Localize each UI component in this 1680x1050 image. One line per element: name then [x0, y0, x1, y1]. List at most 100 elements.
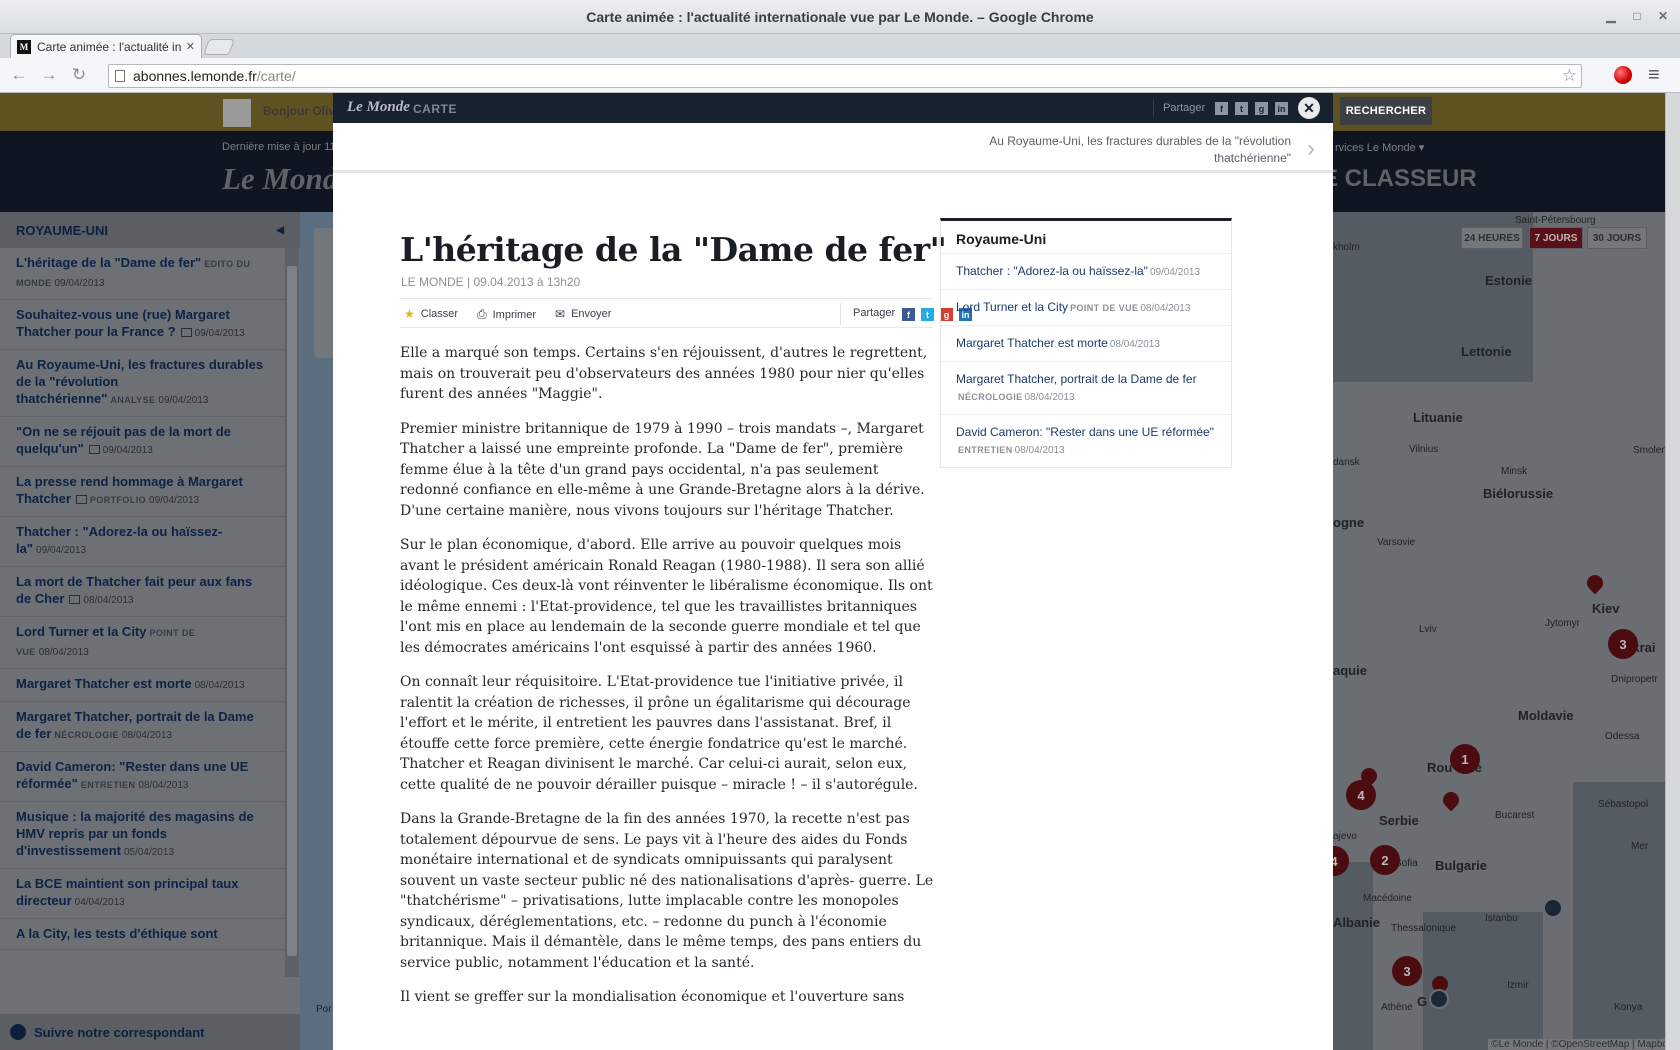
sidebar-article-item[interactable]: La mort de Thatcher fait peur aux fans d…	[0, 567, 285, 617]
map-cluster-marker[interactable]: 1	[1450, 744, 1480, 774]
search-button[interactable]: RECHERCHER	[1340, 97, 1432, 125]
envelope-icon: ✉	[555, 307, 566, 321]
facebook-icon[interactable]: f	[902, 308, 915, 321]
related-article-title: Margaret Thatcher est morte	[956, 336, 1108, 350]
sidebar-article-item[interactable]: Musique : la majorité des magasins de HM…	[0, 802, 285, 869]
star-icon: ★	[404, 307, 415, 321]
article-paragraph: Dans la Grande-Bretagne de la fin des an…	[400, 811, 934, 971]
collapse-sidebar-icon[interactable]: ◀	[276, 225, 284, 236]
map[interactable]: 24 HEURES 7 JOURS 30 JOURS Saint-Pétersb…	[1333, 212, 1680, 1050]
range-30d-button[interactable]: 30 JOURS	[1587, 227, 1647, 249]
classer-label: Classer	[420, 308, 459, 320]
modal-brand: Le Monde	[347, 99, 410, 115]
back-icon[interactable]: ←	[8, 65, 30, 85]
article-date: 08/04/2013	[121, 730, 172, 741]
sidebar-article-item[interactable]: Lord Turner et la City POINT DE VUE 08/04/…	[0, 617, 285, 669]
map-label: Smolen	[1633, 445, 1667, 456]
sidebar-article-item[interactable]: A la City, les tests d'éthique sont	[0, 919, 285, 950]
range-7d-button[interactable]: 7 JOURS	[1529, 227, 1583, 249]
map-cluster-marker[interactable]: 4	[1346, 780, 1376, 810]
map-label: Saint-Pétersbourg	[1515, 215, 1596, 226]
correspondent-pin-icon[interactable]	[1429, 989, 1449, 1009]
article-body: Elle a marqué son temps. Certains s'en r…	[400, 343, 940, 1022]
article-date: 05/04/2013	[123, 847, 175, 858]
map-label: Por	[316, 1004, 332, 1015]
map-label: Lituanie	[1413, 410, 1463, 425]
related-article-item[interactable]: David Cameron: "Rester dans une UE réfor…	[941, 415, 1231, 467]
sidebar-header: ROYAUME-UNI ◀	[0, 212, 300, 248]
services-menu[interactable]: rvices Le Monde ▾	[1335, 141, 1424, 154]
tab-strip: M Carte animée : l'actualité in ✕	[0, 34, 1680, 58]
twitter-icon[interactable]: t	[1235, 102, 1248, 115]
article-date: 08/04/2013	[1024, 392, 1075, 403]
print-button[interactable]: ⎙ Imprimer	[477, 307, 536, 322]
sidebar-article-item[interactable]: L'héritage de la "Dame de fer" EDITO DU M…	[0, 248, 285, 300]
article-date: 09/04/2013	[194, 328, 245, 339]
window-titlebar: Carte animée : l'actualité international…	[0, 0, 1680, 34]
chevron-right-icon[interactable]: ›	[1307, 135, 1315, 163]
forward-icon[interactable]: →	[38, 65, 60, 85]
sidebar-article-item[interactable]: Au Royaume-Uni, les fractures durables d…	[0, 350, 285, 417]
avatar[interactable]	[223, 99, 251, 127]
bookmark-star-icon[interactable]: ☆	[1562, 65, 1577, 87]
map-label: Moldavie	[1518, 708, 1574, 723]
close-tab-icon[interactable]: ✕	[186, 40, 195, 53]
article-date: 08/04/2013	[194, 680, 245, 691]
linkedin-icon[interactable]: in	[1275, 102, 1288, 115]
related-article-item[interactable]: Lord Turner et la City POINT DE VUE 08/04/…	[941, 290, 1231, 326]
map-label: Lettonie	[1461, 344, 1512, 359]
googleplus-icon[interactable]: g	[1255, 102, 1268, 115]
sidebar-article-item[interactable]: David Cameron: "Rester dans une UE réfor…	[0, 752, 285, 802]
sidebar-article-item[interactable]: Margaret Thatcher, portrait de la Dame d…	[0, 702, 285, 752]
follow-correspondent[interactable]: Suivre notre correspondant	[0, 1014, 300, 1050]
related-article-title: Lord Turner et la City	[956, 300, 1069, 314]
article-type-badge: NÉCROLOGIE	[958, 392, 1023, 402]
sidebar-article-item[interactable]: "On ne se réjouit pas de la mort de quel…	[0, 417, 285, 467]
close-window-icon[interactable]: ✕	[1652, 6, 1674, 26]
next-article-nav[interactable]: Au Royaume-Uni, les fractures durables d…	[333, 123, 1333, 173]
close-modal-button[interactable]: ✕	[1298, 97, 1320, 119]
minimize-icon[interactable]: ▁	[1600, 6, 1622, 26]
map-label: Konya	[1614, 1002, 1643, 1013]
correspondent-pin-icon[interactable]	[1543, 898, 1563, 918]
sidebar-article-item[interactable]: La BCE maintient son principal taux dire…	[0, 869, 285, 919]
url-host: abonnes.lemonde.fr	[133, 68, 257, 84]
chrome-menu-icon[interactable]: ≡	[1648, 64, 1660, 87]
map-label: Macédoine	[1363, 893, 1412, 904]
related-article-item[interactable]: Thatcher : "Adorez-la ou haïssez-la" 09/0…	[941, 254, 1231, 290]
map-label: Thessalonique	[1391, 923, 1457, 934]
maximize-icon[interactable]: □	[1626, 6, 1648, 26]
article-date: 08/04/2013	[38, 647, 89, 658]
sidebar-article-title: Lord Turner et la City	[16, 624, 147, 639]
next-article-title[interactable]: Au Royaume-Uni, les fractures durables d…	[931, 133, 1291, 167]
new-tab-button[interactable]	[203, 39, 235, 55]
page-scrollbar[interactable]	[1665, 93, 1680, 1050]
related-article-item[interactable]: Margaret Thatcher, portrait de la Dame d…	[941, 362, 1231, 415]
map-pin[interactable]	[1583, 571, 1607, 595]
twitter-icon[interactable]: t	[921, 308, 934, 321]
sidebar-article-item[interactable]: Souhaitez-vous une (rue) Margaret Thatch…	[0, 300, 285, 350]
sidebar-article-item[interactable]: La presse rend hommage à Margaret Thatch…	[0, 467, 285, 517]
facebook-icon[interactable]: f	[1215, 102, 1228, 115]
article-type-badge: ENTRETIEN	[80, 780, 136, 790]
send-button[interactable]: ✉ Envoyer	[555, 307, 611, 321]
sidebar-scrollbar[interactable]	[285, 248, 299, 977]
article-type-badge: NÉCROLOGIE	[54, 730, 119, 740]
related-article-item[interactable]: Margaret Thatcher est morte 08/04/2013	[941, 326, 1231, 362]
follow-correspondent-label: Suivre notre correspondant	[34, 1024, 205, 1040]
address-bar[interactable]: abonnes.lemonde.fr/carte/ ☆	[108, 64, 1582, 88]
range-24h-button[interactable]: 24 HEURES	[1461, 227, 1523, 249]
map-cluster-marker[interactable]: 3	[1608, 629, 1638, 659]
sidebar-article-item[interactable]: Thatcher : "Adorez-la ou haïssez-la" 09/0…	[0, 517, 285, 567]
map-cluster-marker[interactable]: 3	[1392, 956, 1422, 986]
map-label: Serbie	[1379, 813, 1419, 828]
reload-icon[interactable]: ↻	[68, 65, 90, 85]
external-link-icon	[75, 495, 87, 504]
article-date: 08/04/2013	[1014, 445, 1065, 456]
record-extension-icon[interactable]	[1614, 66, 1632, 84]
sidebar-article-item[interactable]: Margaret Thatcher est morte 08/04/2013	[0, 669, 285, 702]
browser-tab[interactable]: M Carte animée : l'actualité in ✕	[10, 34, 202, 58]
map-cluster-marker[interactable]: 2	[1370, 845, 1400, 875]
map-pin[interactable]	[1439, 788, 1463, 812]
classer-button[interactable]: ★ Classer	[404, 307, 458, 321]
